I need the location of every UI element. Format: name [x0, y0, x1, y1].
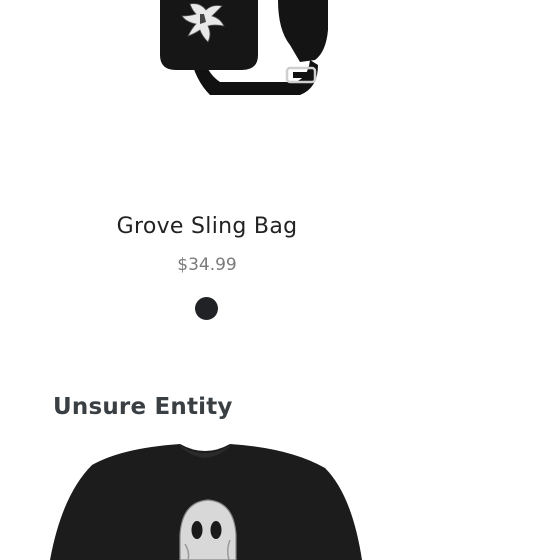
sling-bag-image[interactable] — [150, 0, 340, 120]
product-title[interactable]: Grove Sling Bag — [0, 214, 414, 239]
color-swatch-black[interactable] — [195, 297, 218, 320]
product-listing-page: Grove Sling Bag $34.99 Unsure Entity — [0, 0, 560, 560]
ghost-sweatshirt-image[interactable] — [40, 440, 380, 560]
ghost-graphic — [179, 499, 237, 560]
product-price: $34.99 — [177, 255, 237, 275]
section-heading: Unsure Entity — [53, 394, 233, 420]
